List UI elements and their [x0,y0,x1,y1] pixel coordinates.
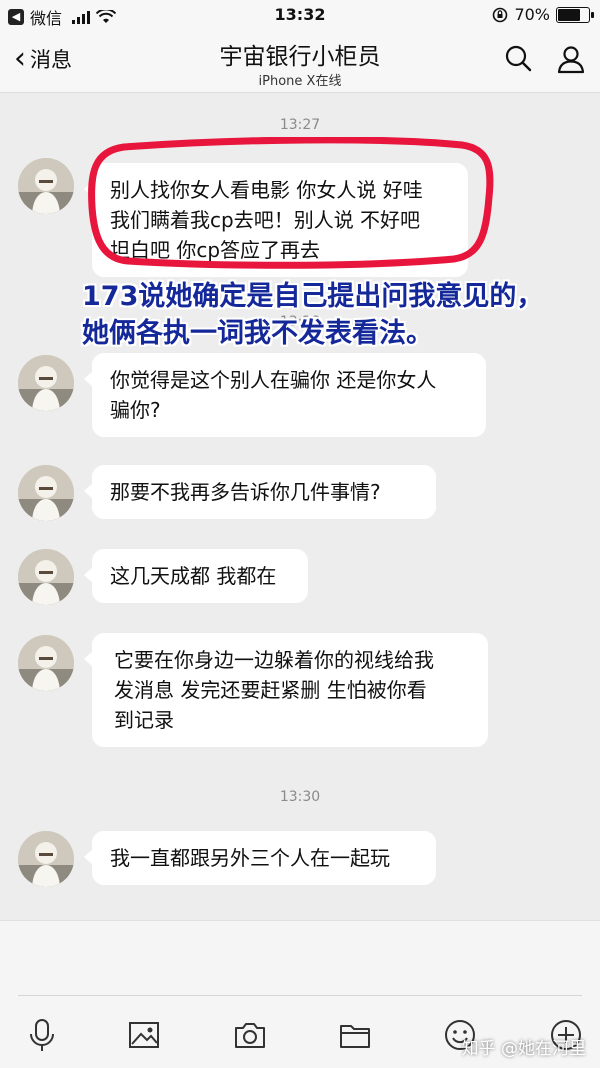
battery-fill [558,8,581,21]
camera-icon[interactable] [232,1017,268,1053]
avatar-image [18,831,74,887]
avatar[interactable] [18,549,74,605]
highlight-circle [88,137,494,269]
avatar[interactable] [18,635,74,691]
avatar[interactable] [18,158,74,214]
chat-header: ‹ 消息 宇宙银行小柜员 iPhone X在线 [0,30,600,93]
message-input[interactable] [18,931,582,993]
watermark: 知乎 @她在河里 [461,1039,586,1059]
avatar-image [18,635,74,691]
image-icon[interactable] [126,1017,162,1053]
avatar[interactable] [18,355,74,411]
search-icon[interactable] [504,44,532,72]
message-bubble[interactable]: 这几天成都 我都在 [84,549,308,603]
annotation-text: 173说她确定是自己提出问我意见的，她俩各执一词我不发表看法。 [82,281,544,349]
microphone-icon[interactable] [24,1017,60,1053]
avatar-image [18,158,74,214]
message-bubble[interactable]: 它要在你身边一边躲着你的视线给我 发消息 发完还要赶紧删 生怕被你看 到记录 [84,633,488,747]
message-bubble[interactable]: 那要不我再多告诉你几件事情? [84,465,436,519]
status-bar: ◀ 微信 13:32 70% [0,0,600,30]
battery-icon [556,6,594,23]
avatar-image [18,355,74,411]
avatar-image [18,465,74,521]
avatar[interactable] [18,831,74,887]
message-bubble[interactable]: 我一直都跟另外三个人在一起玩 [84,831,436,885]
timestamp: 13:30 [279,789,321,805]
avatar-image [18,549,74,605]
folder-icon[interactable] [337,1017,373,1053]
timestamp: 13:27 [279,117,321,133]
rotation-lock-icon [493,7,508,22]
avatar[interactable] [18,465,74,521]
input-divider [18,995,582,996]
profile-icon[interactable] [556,44,586,74]
message-bubble[interactable]: 你觉得是这个别人在骗你 还是你女人 骗你? [84,353,486,437]
status-right: 70% [492,5,594,24]
battery-percent: 70% [514,5,550,24]
input-bar: 知乎 @她在河里 [0,920,600,1068]
header-icons [504,44,586,74]
chat-area[interactable]: 13:27 别人找你女人看电影 你女人说 好哇 我们瞒着我cp去吧！别人说 不好… [0,93,600,919]
